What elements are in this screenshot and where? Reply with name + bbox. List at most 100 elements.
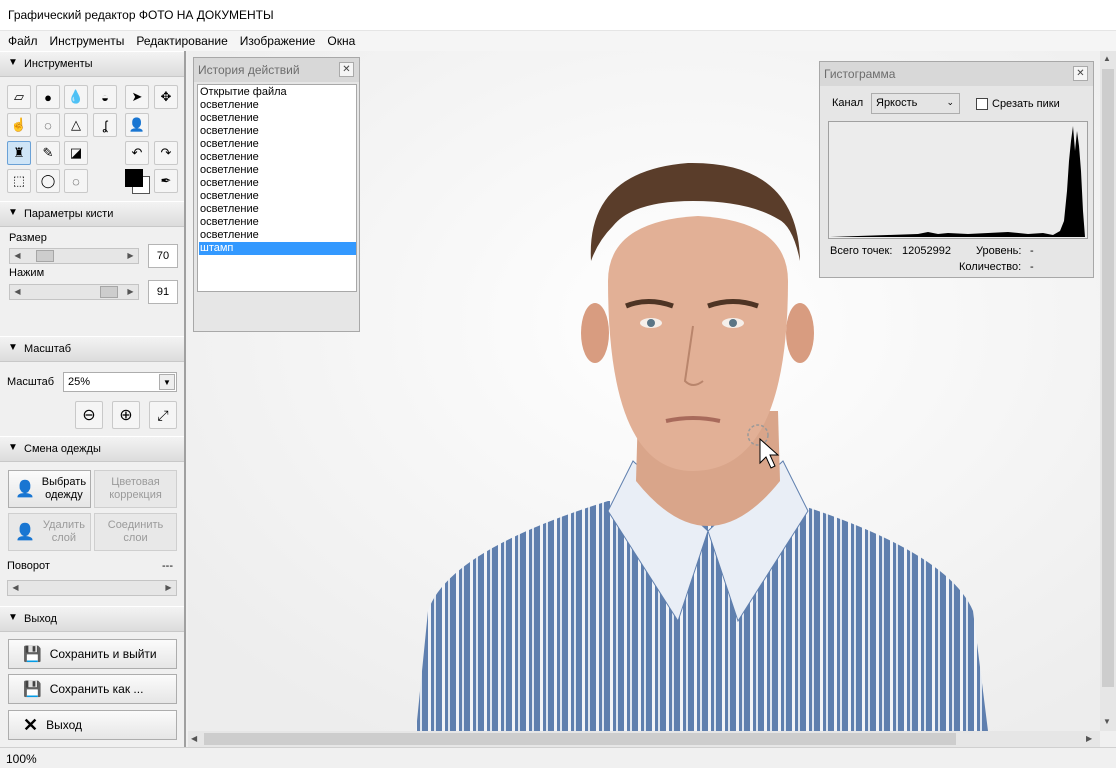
brush-section-header[interactable]: ▼ Параметры кисти — [0, 201, 184, 227]
rect-select-tool-icon[interactable]: ⬚ — [7, 169, 31, 193]
size-slider-thumb[interactable] — [36, 250, 54, 262]
scroll-left-icon[interactable]: ◀ — [10, 285, 25, 299]
person-tool-icon[interactable]: 👤 — [125, 113, 149, 137]
channel-select[interactable]: Яркость ⌄ — [871, 93, 960, 114]
history-panel-header[interactable]: История действий ✕ — [194, 58, 359, 82]
history-item[interactable]: Открытие файла — [199, 86, 356, 99]
eraser-tool-icon[interactable]: ▱ — [7, 85, 31, 109]
blur-drop-tool-icon[interactable]: 💧 — [64, 85, 88, 109]
left-sidebar: ▼ Инструменты ▱ ● 💧 ◒ ➤ ✥ ☝ ◌ △ ʆ 👤 ♜ ✎ … — [0, 51, 186, 747]
move-tool-icon[interactable]: ✥ — [154, 85, 178, 109]
status-zoom: 100% — [6, 752, 37, 766]
history-item[interactable]: осветление — [199, 216, 356, 229]
histogram-panel: Гистограмма ✕ Канал Яркость ⌄ Срезать пи… — [819, 61, 1094, 278]
pressure-slider-thumb[interactable] — [100, 286, 118, 298]
zoom-section-title: Масштаб — [24, 343, 72, 355]
save-as-button[interactable]: 💾 Сохранить как ... — [8, 674, 177, 704]
save-and-exit-button[interactable]: 💾 Сохранить и выйти — [8, 639, 177, 669]
histogram-panel-header[interactable]: Гистограмма ✕ — [820, 62, 1093, 86]
history-item[interactable]: осветление — [199, 164, 356, 177]
total-points-value: 12052992 — [902, 245, 951, 257]
scroll-right-icon[interactable]: ▶ — [123, 285, 138, 299]
history-item[interactable]: осветление — [199, 151, 356, 164]
zoom-in-icon[interactable]: ⊕ — [112, 401, 140, 429]
scroll-down-icon[interactable]: ▼ — [1103, 717, 1111, 726]
canvas-horizontal-scrollbar[interactable]: ◀ ▶ — [188, 731, 1100, 747]
scroll-up-icon[interactable]: ▲ — [1103, 54, 1111, 63]
menu-windows[interactable]: Окна — [321, 33, 361, 49]
free-select-tool-icon[interactable]: ◌ — [64, 169, 88, 193]
history-list[interactable]: Открытие файла осветление осветление осв… — [197, 84, 357, 292]
menu-edit[interactable]: Редактирование — [130, 33, 233, 49]
save-as-label: Сохранить как ... — [49, 682, 144, 696]
delete-layer-button[interactable]: 👤 Удалить слой — [8, 513, 91, 551]
exit-section-header[interactable]: ▼ Выход — [0, 606, 184, 632]
history-item[interactable]: осветление — [199, 229, 356, 242]
zoom-section-header[interactable]: ▼ Масштаб — [0, 336, 184, 362]
clip-peaks-checkbox[interactable] — [976, 98, 988, 110]
tools-section-header[interactable]: ▼ Инструменты — [0, 51, 184, 77]
sponge-tool-icon[interactable]: ◒ — [93, 85, 117, 109]
lasso-tool-icon[interactable]: ʆ — [93, 113, 117, 137]
history-item[interactable]: осветление — [199, 203, 356, 216]
zoom-out-icon[interactable]: ⊖ — [75, 401, 103, 429]
delete-layer-label: Удалить слой — [42, 519, 85, 544]
clothes-section-header[interactable]: ▼ Смена одежды — [0, 436, 184, 462]
close-icon[interactable]: ✕ — [1073, 66, 1088, 81]
pressure-slider[interactable]: ◀ ▶ — [9, 284, 139, 300]
size-value[interactable]: 70 — [148, 244, 178, 268]
ellipse-select-tool-icon[interactable]: ◯ — [36, 169, 60, 193]
history-item[interactable]: осветление — [199, 177, 356, 190]
redo-icon[interactable]: ↷ — [154, 141, 178, 165]
brush-tool-icon[interactable]: ✎ — [36, 141, 60, 165]
patch-tool-icon[interactable]: ◌ — [36, 113, 60, 137]
pressure-value[interactable]: 91 — [148, 280, 178, 304]
scroll-right-icon[interactable]: ▶ — [1086, 734, 1092, 743]
zoom-select[interactable]: 25% ▼ — [63, 372, 177, 392]
smudge-tool-icon[interactable]: ☝ — [7, 113, 31, 137]
canvas-vertical-scrollbar[interactable]: ▲ ▼ — [1100, 51, 1116, 731]
history-item[interactable]: осветление — [199, 138, 356, 151]
history-item[interactable]: осветление — [199, 125, 356, 138]
history-item-selected[interactable]: штамп — [199, 242, 356, 255]
rotation-slider[interactable]: ◀ ▶ — [7, 580, 177, 596]
history-item[interactable]: осветление — [199, 99, 356, 112]
size-slider[interactable]: ◀ ▶ — [9, 248, 139, 264]
menu-image[interactable]: Изображение — [234, 33, 322, 49]
scroll-right-icon[interactable]: ▶ — [161, 581, 176, 595]
chevron-down-icon[interactable]: ▼ — [159, 374, 175, 390]
horizontal-scroll-thumb[interactable] — [204, 733, 956, 745]
choose-clothes-button[interactable]: 👤 Выбрать одежду — [8, 470, 91, 508]
window-title: Графический редактор ФОТО НА ДОКУМЕНТЫ — [0, 0, 1116, 31]
undo-icon[interactable]: ↶ — [125, 141, 149, 165]
scroll-right-icon[interactable]: ▶ — [123, 249, 138, 263]
eyedropper-tool-icon[interactable]: ✒ — [154, 169, 178, 193]
scroll-left-icon[interactable]: ◀ — [8, 581, 23, 595]
histogram-panel-title: Гистограмма — [824, 67, 896, 81]
count-value: - — [1030, 261, 1034, 273]
burn-tool-icon[interactable]: ● — [36, 85, 60, 109]
merge-layers-label: Соединить слои — [107, 519, 164, 544]
exit-button[interactable]: ✕ Выход — [8, 710, 177, 740]
scroll-left-icon[interactable]: ◀ — [10, 249, 25, 263]
menu-file[interactable]: Файл — [2, 33, 44, 49]
exit-section-title: Выход — [24, 613, 57, 625]
menu-tools[interactable]: Инструменты — [44, 33, 131, 49]
close-x-icon: ✕ — [23, 714, 39, 735]
pointer-tool-icon[interactable]: ➤ — [125, 85, 149, 109]
scroll-left-icon[interactable]: ◀ — [191, 734, 197, 743]
color-swatches[interactable] — [124, 168, 152, 196]
close-icon[interactable]: ✕ — [339, 62, 354, 77]
fit-screen-icon[interactable]: ⤢ — [149, 401, 177, 429]
history-panel: История действий ✕ Открытие файла осветл… — [193, 57, 360, 332]
history-item[interactable]: осветление — [199, 190, 356, 203]
vertical-scroll-thumb[interactable] — [1102, 69, 1114, 687]
stamp-tool-icon[interactable]: ♜ — [7, 141, 31, 165]
color-correction-label: Цветовая коррекция — [109, 476, 162, 501]
sharpen-tool-icon[interactable]: △ — [64, 113, 88, 137]
history-item[interactable]: осветление — [199, 112, 356, 125]
merge-layers-button[interactable]: Соединить слои — [94, 513, 177, 551]
fill-bucket-tool-icon[interactable]: ◪ — [64, 141, 88, 165]
foreground-color-swatch[interactable] — [125, 169, 143, 187]
color-correction-button[interactable]: Цветовая коррекция — [94, 470, 177, 508]
